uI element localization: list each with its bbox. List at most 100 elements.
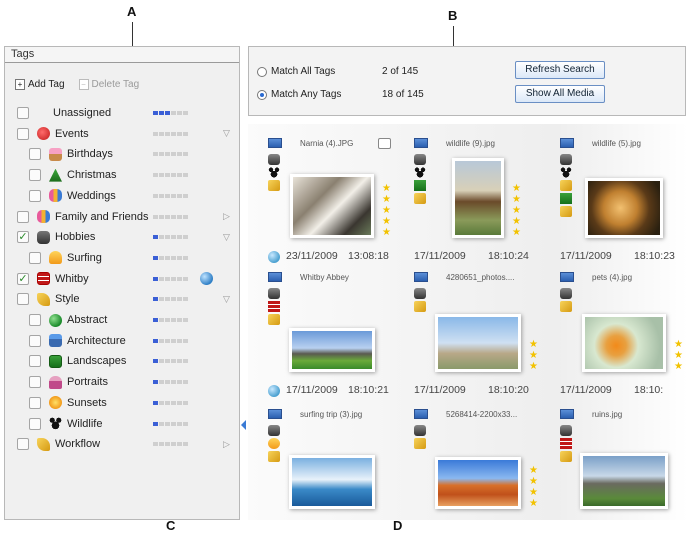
tag-row[interactable]: Surfing [5, 248, 241, 268]
tag-row[interactable]: Landscapes [5, 351, 241, 371]
star-rating[interactable]: ★ ★ ★ [529, 339, 538, 372]
globe-icon[interactable] [268, 251, 280, 263]
collapse-icon[interactable]: ▽ [223, 128, 230, 139]
tag-row[interactable]: ✓ Hobbies ▽ [5, 227, 241, 247]
camera-icon [37, 230, 50, 244]
tag-row[interactable]: Wildlife [5, 414, 241, 434]
refresh-search-button[interactable]: Refresh Search [515, 61, 605, 79]
tag-row[interactable]: Birthdays [5, 144, 241, 164]
show-all-media-button[interactable]: Show All Media [515, 85, 605, 103]
star-rating[interactable]: ★ ★ ★ [674, 339, 683, 372]
match-any-radio[interactable] [257, 89, 267, 100]
tag-usage-meter [153, 442, 188, 447]
tag-checkbox[interactable]: ✓ [17, 231, 29, 244]
tags-panel: Tags + Add Tag − Delete Tag Unassigned Ev… [4, 46, 240, 520]
media-date: 17/11/2009 [286, 384, 338, 396]
tag-usage-meter [153, 400, 188, 405]
star-rating[interactable]: ★ ★ ★ ★ ★ [512, 183, 521, 238]
globe-icon[interactable] [200, 272, 213, 286]
match-any-option[interactable]: Match Any Tags [257, 89, 341, 100]
expand-icon[interactable]: ▷ [223, 211, 230, 222]
tag-checkbox[interactable] [29, 376, 41, 389]
tag-checkbox[interactable] [29, 189, 41, 202]
tag-row[interactable]: Unassigned [5, 103, 241, 123]
tag-row[interactable]: Workflow ▷ [5, 434, 241, 454]
tag-row[interactable]: Family and Friends ▷ [5, 207, 241, 227]
media-item[interactable]: ruins.jpg [560, 409, 688, 520]
pen-icon [560, 301, 572, 312]
tag-row[interactable]: ✓ Whitby [5, 269, 241, 289]
landscape-icon [560, 193, 572, 204]
tag-row[interactable]: Style ▽ [5, 289, 241, 309]
media-item[interactable]: wildlife (9).jpg ★ ★ ★ ★ ★ [414, 138, 554, 256]
match-all-radio[interactable] [257, 66, 267, 77]
tag-checkbox[interactable]: ✓ [17, 272, 29, 285]
tag-checkbox[interactable] [29, 334, 41, 347]
media-item[interactable]: 4280651_photos.... ★ ★ ★ [414, 272, 554, 390]
tag-checkbox[interactable] [17, 210, 29, 223]
media-thumbnail[interactable] [452, 158, 504, 238]
tag-checkbox[interactable] [29, 314, 41, 326]
globe-icon[interactable] [268, 385, 280, 397]
media-time: 18:10:21 [348, 384, 389, 396]
tag-checkbox[interactable] [29, 417, 41, 430]
tag-checkbox[interactable] [17, 127, 29, 140]
camera-icon [560, 288, 572, 299]
tag-row[interactable]: Architecture [5, 331, 241, 351]
tag-row[interactable]: Sunsets [5, 393, 241, 413]
media-thumbnail[interactable] [435, 457, 521, 509]
media-item[interactable]: Whitby Abbey [268, 272, 408, 390]
tag-usage-meter [153, 111, 188, 115]
callout-b: B [448, 8, 458, 23]
tag-checkbox[interactable] [29, 396, 41, 409]
collapse-icon[interactable]: ▽ [223, 232, 230, 243]
media-filename: pets (4).jpg [592, 273, 633, 282]
tag-checkbox[interactable] [29, 148, 41, 161]
tag-label: Family and Friends [55, 210, 149, 223]
tag-checkbox[interactable] [29, 251, 41, 264]
collapse-icon[interactable]: ▽ [223, 294, 230, 305]
media-item[interactable]: pets (4).jpg ★ ★ ★ [560, 272, 688, 390]
media-thumbnail[interactable] [289, 455, 375, 509]
comment-icon[interactable] [378, 138, 391, 149]
media-thumbnail[interactable] [580, 453, 668, 509]
tag-usage-meter [153, 359, 188, 364]
tag-checkbox[interactable] [17, 438, 29, 451]
tag-row[interactable]: Events ▽ [5, 124, 241, 144]
tag-row[interactable]: Weddings [5, 186, 241, 206]
delete-tag-button[interactable]: − Delete Tag [78, 79, 139, 90]
media-item[interactable]: Narnia (4).JPG ★ ★ ★ ★ ★ [268, 138, 408, 256]
tag-row[interactable]: Abstract [5, 310, 241, 330]
tag-checkbox[interactable] [17, 107, 29, 119]
tag-checkbox[interactable] [17, 293, 29, 306]
media-thumbnail[interactable] [585, 178, 663, 238]
media-tag-icons [268, 425, 280, 462]
image-file-icon [560, 409, 574, 419]
expand-icon[interactable]: ▷ [223, 439, 230, 450]
media-thumbnail[interactable] [290, 174, 374, 238]
paw-icon [560, 167, 572, 178]
media-item[interactable]: surfing trip (3).jpg [268, 409, 408, 520]
star-icon: ★ [382, 216, 391, 227]
match-all-option[interactable]: Match All Tags [257, 66, 335, 77]
media-thumbnail[interactable] [582, 314, 666, 372]
image-file-icon [414, 138, 428, 148]
pen-icon [414, 438, 426, 449]
tag-row[interactable]: Portraits [5, 372, 241, 392]
media-time: 18:10:24 [488, 250, 529, 262]
media-thumbnail[interactable] [289, 328, 375, 372]
tag-row[interactable]: Christmas [5, 165, 241, 185]
collapse-panel-arrow-icon[interactable] [241, 420, 246, 430]
media-item[interactable]: wildlife (5).jpg [560, 138, 688, 256]
media-item[interactable]: 5268414-2200x33... ★ ★ ★ ★ [414, 409, 554, 520]
star-rating[interactable]: ★ ★ ★ ★ [529, 465, 538, 509]
sphere-icon [49, 313, 62, 327]
star-rating[interactable]: ★ ★ ★ ★ ★ [382, 183, 391, 238]
tag-checkbox[interactable] [29, 355, 41, 368]
add-tag-button[interactable]: + Add Tag [15, 79, 65, 90]
grid-icon [560, 438, 572, 449]
media-thumbnail[interactable] [435, 314, 521, 372]
surfer-icon [268, 438, 280, 449]
tag-checkbox[interactable] [29, 169, 41, 182]
pen-icon [268, 314, 280, 325]
